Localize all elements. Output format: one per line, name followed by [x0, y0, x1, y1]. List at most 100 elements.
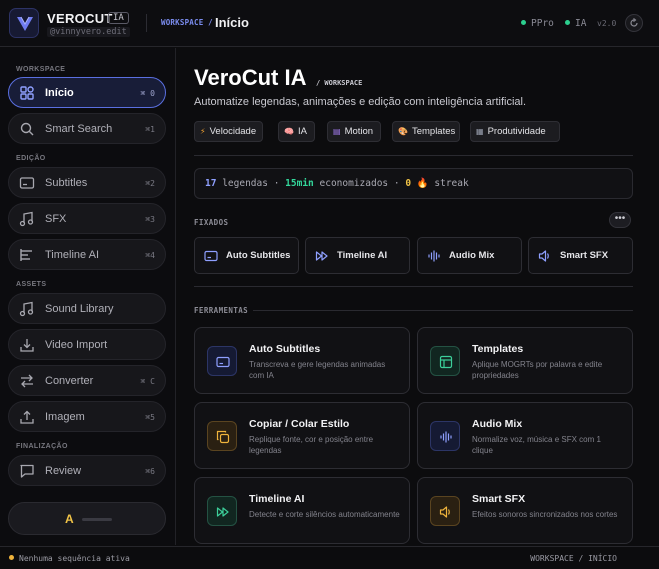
sidebar-item-subtitles[interactable]: Subtitles ⌘2 — [8, 167, 166, 198]
chip-velocidade[interactable]: ⚡ Velocidade — [194, 121, 263, 142]
tool-icon-tile — [430, 346, 460, 376]
tool-icon-tile — [207, 346, 237, 376]
copy-icon — [216, 430, 230, 444]
pinned-audio-mix[interactable]: Audio Mix — [417, 237, 522, 274]
sidebar: WORKSPACE Início ⌘ 0 Smart Search ⌘1 EDI… — [0, 48, 176, 545]
page-subtitle: Automatize legendas, animações e edição … — [194, 96, 527, 108]
breadcrumb-page: Início — [215, 15, 249, 30]
sidebar-item-label: Converter — [45, 375, 94, 387]
status-bar: Nenhuma sequência ativa WORKSPACE / INÍC… — [0, 546, 659, 569]
sidebar-item-shortcut: ⌘6 — [145, 467, 155, 476]
section-workspace: WORKSPACE — [16, 66, 66, 73]
divider — [194, 286, 633, 287]
pinned-timeline-ai[interactable]: Timeline AI — [305, 237, 410, 274]
breadcrumb-workspace[interactable]: WORKSPACE / — [161, 18, 213, 27]
tool-card-auto-subtitles[interactable]: Auto Subtitles Transcreva e gere legenda… — [194, 327, 410, 394]
pinned-label: Timeline AI — [337, 250, 388, 261]
sidebar-toggle[interactable]: A — [8, 502, 166, 535]
tool-icon-tile — [430, 421, 460, 451]
pinned-smart-sfx[interactable]: Smart SFX — [528, 237, 633, 274]
swap-icon — [21, 374, 33, 388]
tool-card-copiar-colar-estilo[interactable]: Copiar / Colar Estilo Replique fonte, co… — [194, 402, 410, 469]
version-label: v2.0 — [597, 19, 617, 28]
tool-title: Auto Subtitles — [249, 343, 321, 355]
fast-forward-icon — [315, 251, 328, 261]
tool-title: Templates — [472, 343, 524, 355]
tool-card-templates[interactable]: Templates Aplique MOGRTs por palavra e e… — [417, 327, 633, 394]
sidebar-toggle-letter: A — [65, 512, 74, 526]
sidebar-toggle-bar — [82, 518, 112, 521]
sidebar-item-label: Video Import — [45, 339, 108, 351]
subtitles-icon — [204, 250, 218, 262]
tool-title: Copiar / Colar Estilo — [249, 418, 350, 430]
subtitles-icon — [19, 177, 35, 189]
upload-icon — [20, 410, 34, 424]
sidebar-item-shortcut: ⌘2 — [145, 179, 155, 188]
tool-description: Efeitos sonoros sincronizados nos cortes — [472, 510, 618, 519]
chip-ia[interactable]: 🧠 IA — [278, 121, 315, 142]
chat-icon — [20, 464, 34, 478]
logo-icon — [17, 16, 33, 31]
tools-section-label: FERRAMENTAS — [194, 306, 249, 315]
tool-card-timeline-ai[interactable]: Timeline AI Detecte e corte silêncios au… — [194, 477, 410, 544]
status-dot-icon — [521, 20, 526, 25]
brand-handle: @vinnyvero.edit — [47, 27, 130, 37]
sidebar-item-label: SFX — [45, 213, 67, 225]
sidebar-item-sound-library[interactable]: Sound Library — [8, 293, 166, 324]
sidebar-item-label: Início — [45, 87, 74, 99]
sidebar-item-shortcut: ⌘3 — [145, 215, 155, 224]
chip-motion[interactable]: ▤ Motion — [327, 121, 381, 142]
home-grid-icon — [20, 86, 34, 100]
refresh-icon — [630, 18, 638, 27]
music-note-icon — [19, 211, 34, 227]
app-header: VEROCUT IA @vinnyvero.edit WORKSPACE / I… — [0, 0, 659, 47]
status-ppro: PPro — [521, 18, 554, 29]
tool-card-audio-mix[interactable]: Audio Mix Normalize voz, música e SFX co… — [417, 402, 633, 469]
footer-breadcrumb: WORKSPACE / INÍCIO — [530, 554, 617, 563]
sidebar-item-imagem[interactable]: Imagem ⌘5 — [8, 401, 166, 432]
sidebar-item-shortcut: ⌘5 — [145, 413, 155, 422]
more-options-button[interactable]: ••• — [609, 212, 631, 228]
tool-icon-tile — [207, 496, 237, 526]
divider — [194, 155, 633, 156]
layout-icon — [439, 355, 453, 369]
sidebar-item-timeline-ai[interactable]: Timeline AI ⌘4 — [8, 239, 166, 270]
tool-title: Audio Mix — [472, 418, 523, 430]
tool-description: Normalize voz, música e SFX com 1 clique — [472, 435, 601, 455]
sidebar-item-label: Sound Library — [45, 303, 114, 315]
tool-title: Timeline AI — [249, 493, 305, 505]
sidebar-item-review[interactable]: Review ⌘6 — [8, 455, 166, 486]
sidebar-item-sfx[interactable]: SFX ⌘3 — [8, 203, 166, 234]
brand-name: VEROCUT — [47, 11, 113, 26]
tool-description: Transcreva e gere legendas animadas com … — [249, 360, 386, 380]
pinned-auto-subtitles[interactable]: Auto Subtitles — [194, 237, 299, 274]
waveform-icon — [428, 250, 440, 262]
chip-templates[interactable]: 🎨 Templates — [392, 121, 460, 142]
header-divider — [146, 14, 147, 32]
section-edicao: EDIÇÃO — [16, 155, 46, 162]
page-title: VeroCut IA — [194, 65, 307, 90]
film-icon: ▤ — [333, 127, 341, 136]
chip-produtividade[interactable]: ▦ Produtividade — [470, 121, 560, 142]
tool-icon-tile — [430, 496, 460, 526]
tool-description: Detecte e corte silêncios automaticament… — [249, 510, 400, 519]
sidebar-item-shortcut: ⌘ C — [140, 377, 155, 386]
download-icon — [20, 339, 34, 352]
sidebar-item-shortcut: ⌘ 0 — [140, 89, 155, 98]
refresh-button[interactable] — [625, 14, 643, 32]
timeline-icon — [20, 249, 32, 261]
brand-badge: IA — [108, 12, 129, 24]
sidebar-item-smart-search[interactable]: Smart Search ⌘1 — [8, 113, 166, 144]
chart-icon: ▦ — [476, 127, 484, 136]
main-content: VeroCut IA / WORKSPACE Automatize legend… — [177, 48, 659, 545]
sidebar-item-label: Subtitles — [45, 177, 88, 189]
sidebar-item-converter[interactable]: Converter ⌘ C — [8, 365, 166, 396]
lightning-icon: ⚡ — [200, 127, 206, 136]
fast-forward-icon — [216, 507, 229, 517]
sidebar-item-label: Smart Search — [45, 123, 113, 135]
search-icon — [20, 122, 34, 136]
sidebar-item-video-import[interactable]: Video Import — [8, 329, 166, 360]
sidebar-item-inicio[interactable]: Início ⌘ 0 — [8, 77, 166, 108]
brain-icon: 🧠 — [284, 127, 294, 136]
tool-card-smart-sfx[interactable]: Smart SFX Efeitos sonoros sincronizados … — [417, 477, 633, 544]
